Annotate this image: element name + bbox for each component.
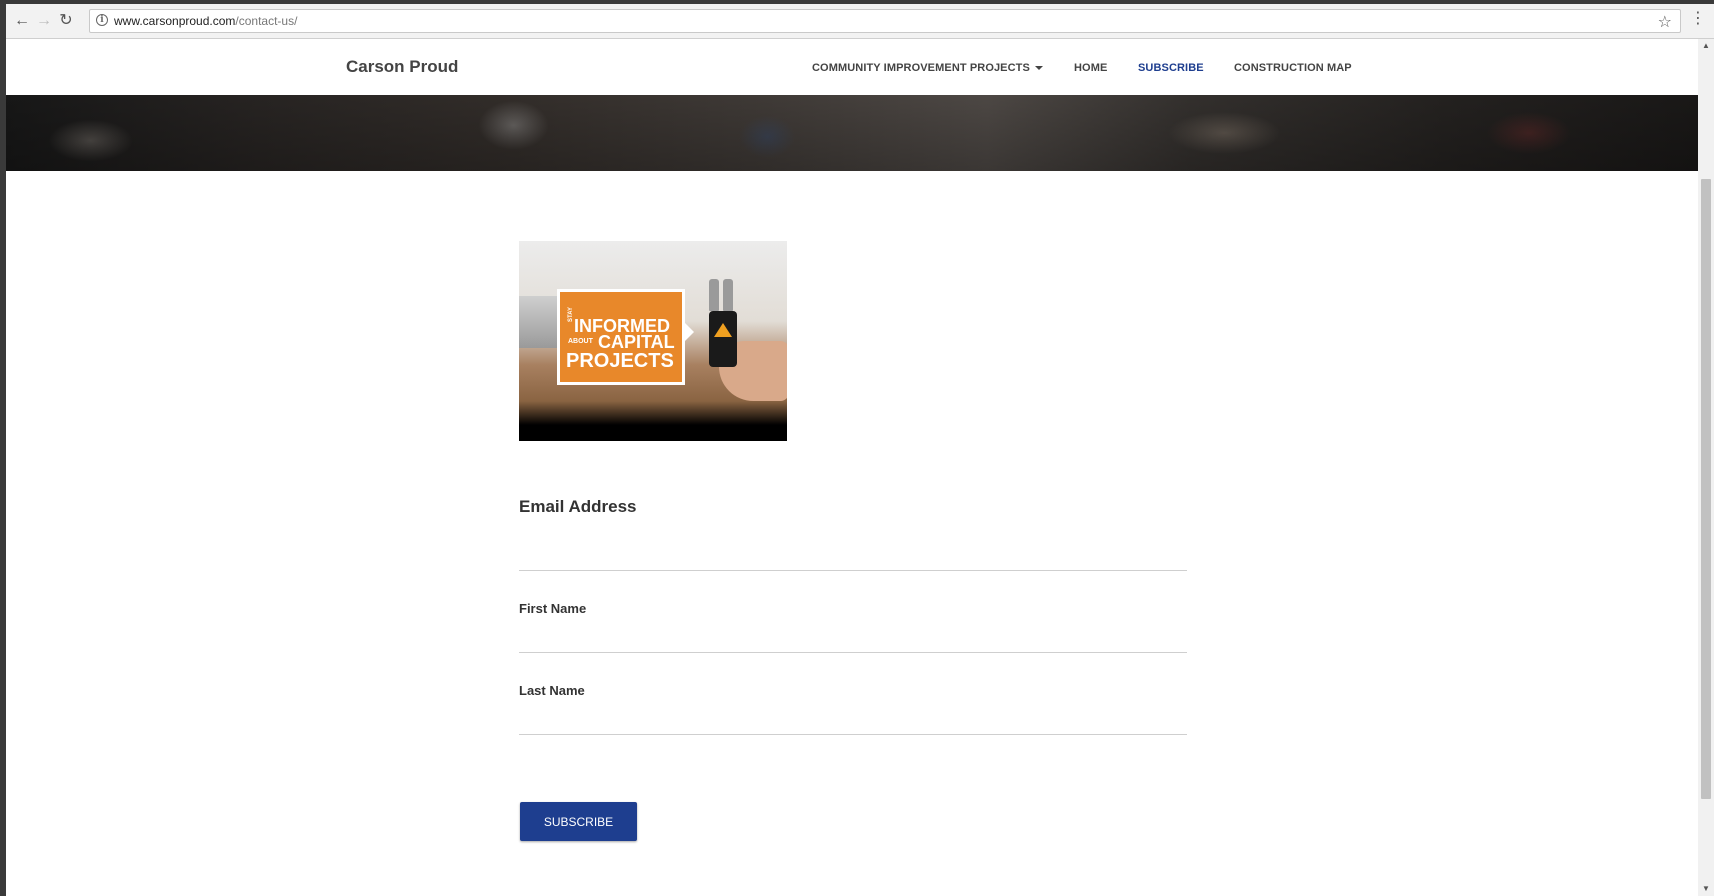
bottle-graphic	[709, 279, 719, 311]
hero-banner-image	[6, 95, 1698, 171]
browser-window: ← → ↻ i www.carsonproud.com/contact-us/ …	[6, 4, 1714, 896]
promo-text-about: ABOUT	[568, 338, 593, 345]
star-icon[interactable]: ☆	[1658, 12, 1672, 32]
browser-toolbar: ← → ↻ i www.carsonproud.com/contact-us/ …	[6, 4, 1714, 39]
bottle-graphic	[723, 279, 733, 311]
email-label: Email Address	[519, 497, 637, 516]
warning-sign-icon	[714, 323, 732, 337]
kebab-menu-icon[interactable]: ⋮	[1690, 11, 1706, 27]
phone-graphic	[709, 311, 737, 367]
subscribe-button[interactable]: SUBSCRIBE	[520, 802, 637, 841]
promo-image: STAY INFORMED ABOUT CAPITAL PROJECTS	[519, 241, 787, 441]
address-bar[interactable]: i www.carsonproud.com/contact-us/ ☆	[89, 9, 1681, 33]
page-scrollbar[interactable]: ▲ ▼	[1698, 39, 1714, 896]
first-name-input[interactable]	[519, 627, 1187, 653]
url-path: /contact-us/	[235, 14, 298, 28]
last-name-input[interactable]	[519, 709, 1187, 735]
back-icon[interactable]: ←	[12, 11, 32, 31]
laptop-graphic	[519, 296, 559, 348]
site-header: Carson Proud COMMUNITY IMPROVEMENT PROJE…	[6, 39, 1698, 95]
nav-item-construction-map[interactable]: CONSTRUCTION MAP	[1234, 62, 1352, 74]
nav-item-subscribe[interactable]: SUBSCRIBE	[1138, 62, 1204, 74]
promo-text-projects: PROJECTS	[566, 350, 674, 372]
email-input[interactable]	[519, 545, 1187, 571]
url-text: www.carsonproud.com/contact-us/	[114, 14, 297, 28]
info-icon[interactable]: i	[96, 14, 108, 26]
nav-item-community-improvement-projects[interactable]: COMMUNITY IMPROVEMENT PROJECTS	[812, 62, 1043, 74]
nav-item-label: COMMUNITY IMPROVEMENT PROJECTS	[812, 62, 1030, 74]
scroll-down-icon[interactable]: ▼	[1698, 882, 1714, 896]
scrollbar-thumb[interactable]	[1701, 179, 1711, 799]
scroll-up-icon[interactable]: ▲	[1698, 39, 1714, 53]
caret-down-icon	[1034, 66, 1043, 71]
first-name-label: First Name	[519, 601, 587, 616]
main-nav: COMMUNITY IMPROVEMENT PROJECTS HOME SUBS…	[6, 62, 1698, 82]
url-host: www.carsonproud.com	[114, 14, 236, 28]
forward-icon[interactable]: →	[34, 11, 54, 31]
last-name-label: Last Name	[519, 683, 585, 698]
page-viewport: Carson Proud COMMUNITY IMPROVEMENT PROJE…	[6, 39, 1698, 896]
reload-icon[interactable]: ↻	[56, 11, 76, 31]
nav-item-home[interactable]: HOME	[1074, 62, 1107, 74]
promo-card: STAY INFORMED ABOUT CAPITAL PROJECTS	[557, 289, 694, 385]
